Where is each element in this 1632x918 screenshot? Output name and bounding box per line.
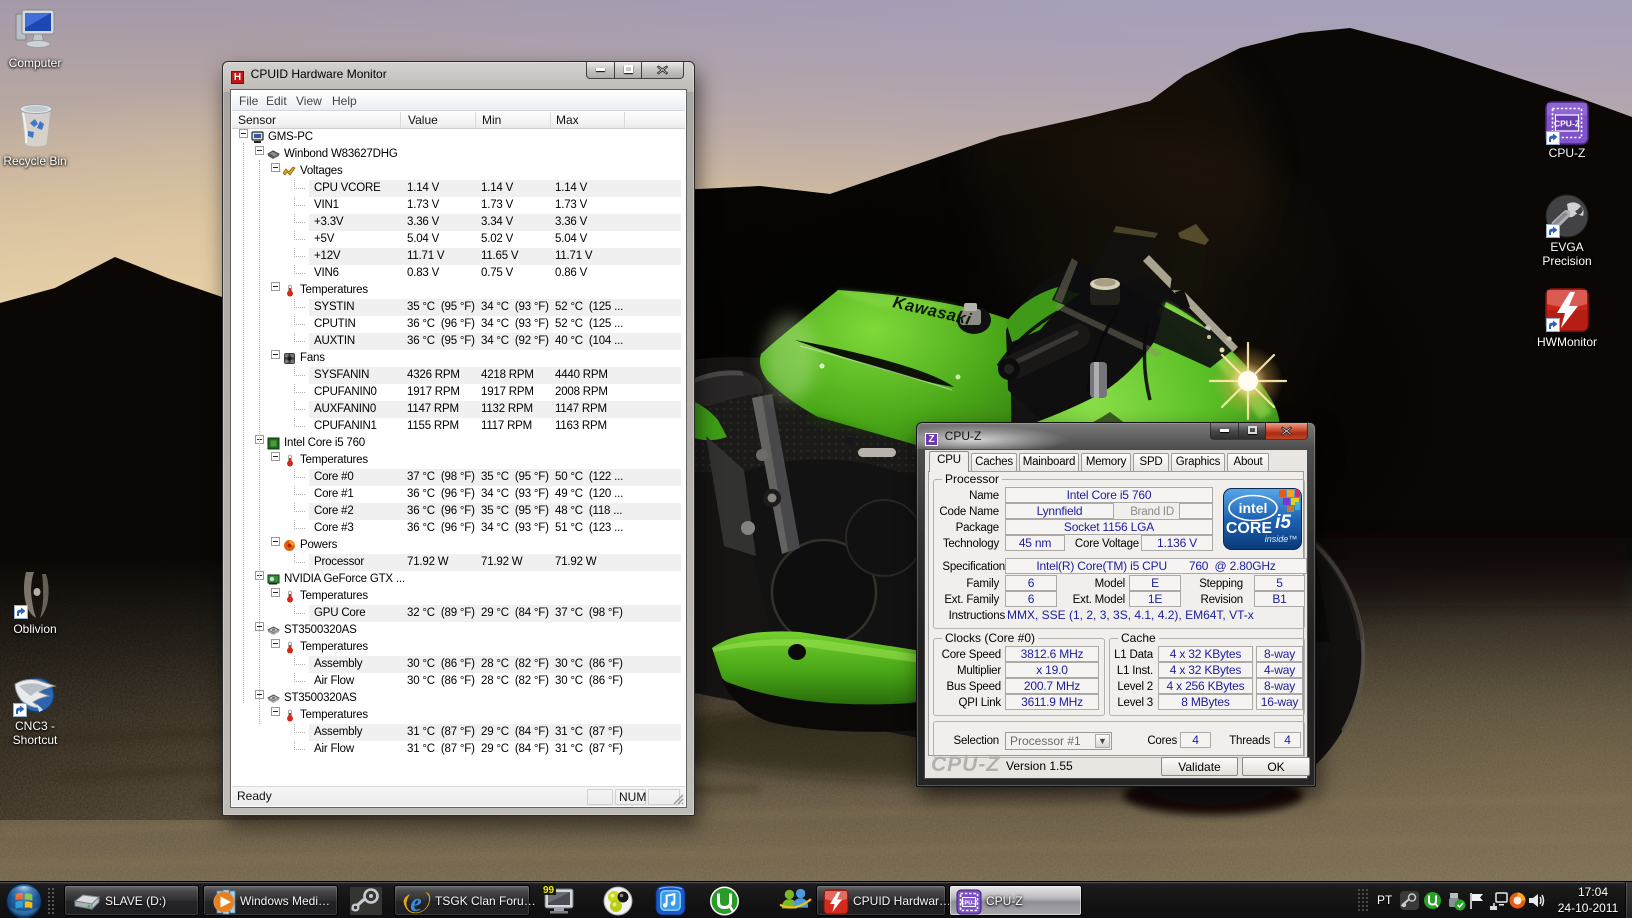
svg-text:intel: intel: [1239, 500, 1268, 516]
svg-text:CPU-Z: CPU-Z: [961, 901, 978, 907]
svg-text:i5: i5: [1275, 512, 1291, 533]
svg-text:99: 99: [543, 885, 555, 896]
svg-text:CPU-Z: CPU-Z: [1554, 119, 1580, 129]
svg-text:inside™: inside™: [1265, 534, 1298, 544]
